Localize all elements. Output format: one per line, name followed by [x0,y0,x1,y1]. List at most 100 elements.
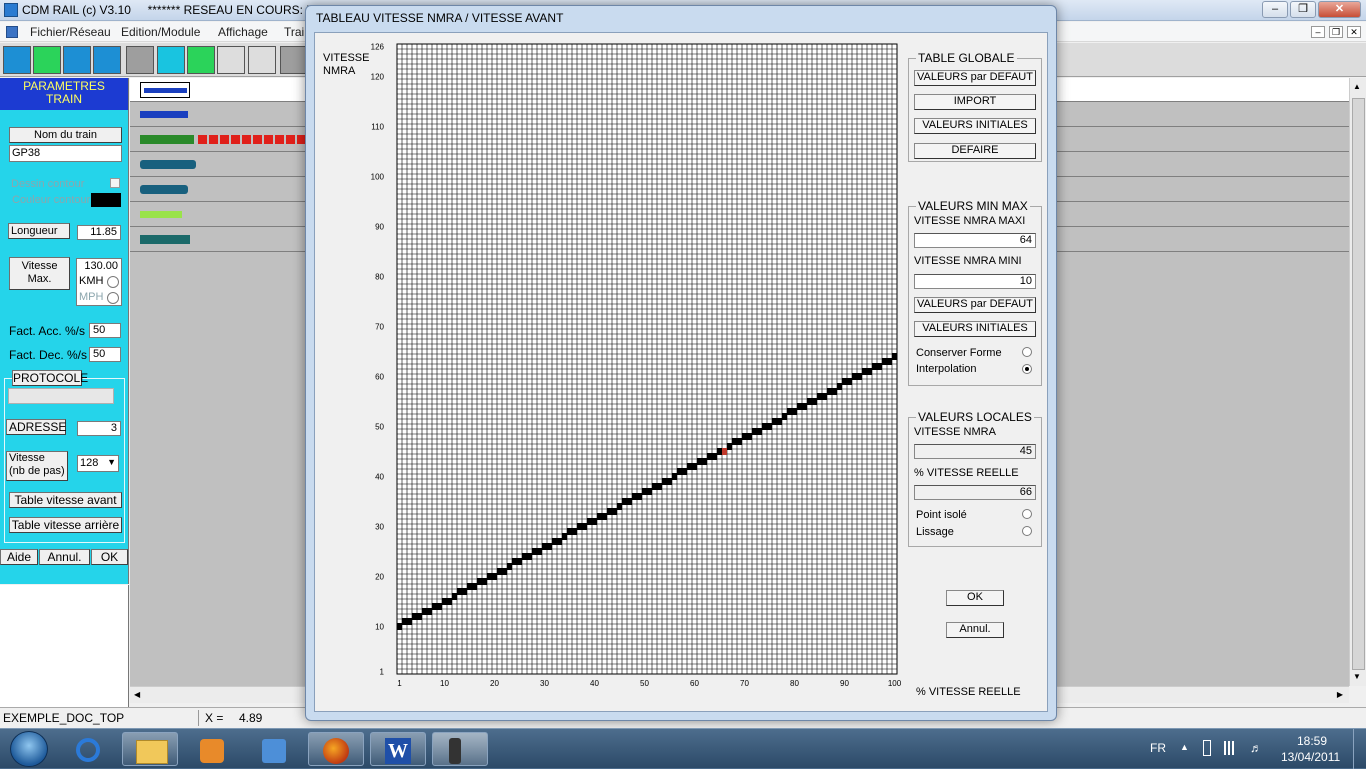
curve-point[interactable] [867,368,872,375]
dialog-annul-button[interactable]: Annul. [946,622,1004,638]
curve-point[interactable] [502,568,507,575]
lissage-radio[interactable] [1022,526,1032,536]
curve-point[interactable] [717,448,722,455]
curve-point[interactable] [477,578,482,585]
curve-point[interactable] [702,458,707,465]
protocole-field[interactable] [8,388,114,404]
curve-point[interactable] [497,568,502,575]
curve-point[interactable] [732,438,737,445]
curve-point[interactable] [577,523,582,530]
dessin-contour-checkbox[interactable] [110,178,120,188]
curve-point[interactable] [737,438,742,445]
couleur-contour-swatch[interactable] [91,193,121,207]
scroll-thumb[interactable] [1352,98,1365,670]
switch-right-icon[interactable] [248,46,276,74]
point-isole-radio[interactable] [1022,509,1032,519]
curve-point[interactable] [877,363,882,370]
curve-point[interactable] [407,618,412,625]
curve-point[interactable] [647,488,652,495]
conserver-forme-radio[interactable] [1022,347,1032,357]
blank-tool-icon-2[interactable] [280,46,308,74]
curve-point[interactable] [787,408,792,415]
mdi-restore-button[interactable]: ❐ [1329,26,1343,38]
curve-point[interactable] [442,598,447,605]
defaire-button[interactable]: DEFAIRE [914,143,1036,159]
steps-select[interactable]: 128 ▼ [77,455,119,472]
curve-point[interactable] [852,373,857,380]
switch-green-icon[interactable] [187,46,215,74]
volume-icon[interactable]: ♬ [1250,741,1262,755]
vertical-scrollbar[interactable]: ▲ ▼ [1349,78,1366,686]
curve-point[interactable] [552,538,557,545]
curve-point[interactable] [792,408,797,415]
explorer-taskbar-button[interactable] [122,732,178,766]
mdi-close-button[interactable]: ✕ [1347,26,1361,38]
language-indicator[interactable]: FR [1150,741,1166,755]
curve-point[interactable] [582,523,587,530]
curve-point[interactable] [422,608,427,615]
curve-point[interactable] [642,488,647,495]
train-up-icon[interactable] [63,46,91,74]
curve-point[interactable] [617,503,622,510]
curve-point[interactable] [472,583,477,590]
curve-point[interactable] [482,578,487,585]
curve-point[interactable] [837,383,842,390]
clock-time[interactable]: 18:59 [1297,734,1327,748]
menu-train[interactable]: Trai [284,25,304,39]
dialog-ok-button[interactable]: OK [946,590,1004,606]
adresse-input[interactable]: 3 [77,421,121,436]
curve-point[interactable] [807,398,812,405]
clock-date[interactable]: 13/04/2011 [1281,750,1340,764]
aide-button[interactable]: Aide [0,549,38,565]
firefox-taskbar-button[interactable] [308,732,364,766]
curve-point[interactable] [822,393,827,400]
table-vitesse-avant-button[interactable]: Table vitesse avant [9,492,122,508]
curve-point[interactable] [712,453,717,460]
local-reelle-input[interactable]: 66 [914,485,1036,500]
import-button[interactable]: IMPORT [914,94,1036,110]
curve-point[interactable] [667,478,672,485]
curve-point[interactable] [672,473,677,480]
curve-point[interactable] [637,493,642,500]
curve-point[interactable] [602,513,607,520]
train-tool-icon[interactable] [3,46,31,74]
show-desktop-button[interactable] [1353,729,1366,769]
wagon-tool-icon[interactable] [33,46,61,74]
annul-button[interactable]: Annul. [39,549,90,565]
menu-edition[interactable]: Edition/Module [121,25,200,39]
maximize-button[interactable]: ❐ [1290,1,1316,18]
curve-point[interactable] [547,543,552,550]
highlight-point[interactable] [722,448,727,455]
curve-point[interactable] [707,453,712,460]
curve-point[interactable] [727,443,732,450]
scroll-down-icon[interactable]: ▼ [1353,672,1361,681]
switch-left-icon[interactable] [217,46,245,74]
curve-point[interactable] [522,553,527,560]
curve-point[interactable] [412,613,417,620]
curve-point[interactable] [752,428,757,435]
start-button[interactable] [10,731,48,767]
curve-point[interactable] [507,563,512,570]
curve-point[interactable] [697,458,702,465]
curve-point[interactable] [657,483,662,490]
battery-icon[interactable] [1203,740,1211,756]
curve-point[interactable] [782,413,787,420]
scroll-right-icon[interactable]: ▶ [1337,690,1343,699]
curve-point[interactable] [692,463,697,470]
curve-point[interactable] [452,593,457,600]
curve-point[interactable] [682,468,687,475]
tray-expand-icon[interactable]: ▲ [1180,742,1189,752]
curve-point[interactable] [892,353,897,360]
curve-point[interactable] [802,403,807,410]
curve-point[interactable] [772,418,777,425]
mdi-minimize-button[interactable]: – [1311,26,1325,38]
curve-point[interactable] [632,493,637,500]
curve-point[interactable] [457,588,462,595]
curve-point[interactable] [397,623,402,630]
valeurs-defaut-button[interactable]: VALEURS par DEFAUT [914,70,1036,86]
curve-point[interactable] [567,528,572,535]
valeurs-initiales-button[interactable]: VALEURS INITIALES [914,118,1036,134]
curve-point[interactable] [887,358,892,365]
curve-point[interactable] [797,403,802,410]
nmra-mini-input[interactable]: 10 [914,274,1036,289]
